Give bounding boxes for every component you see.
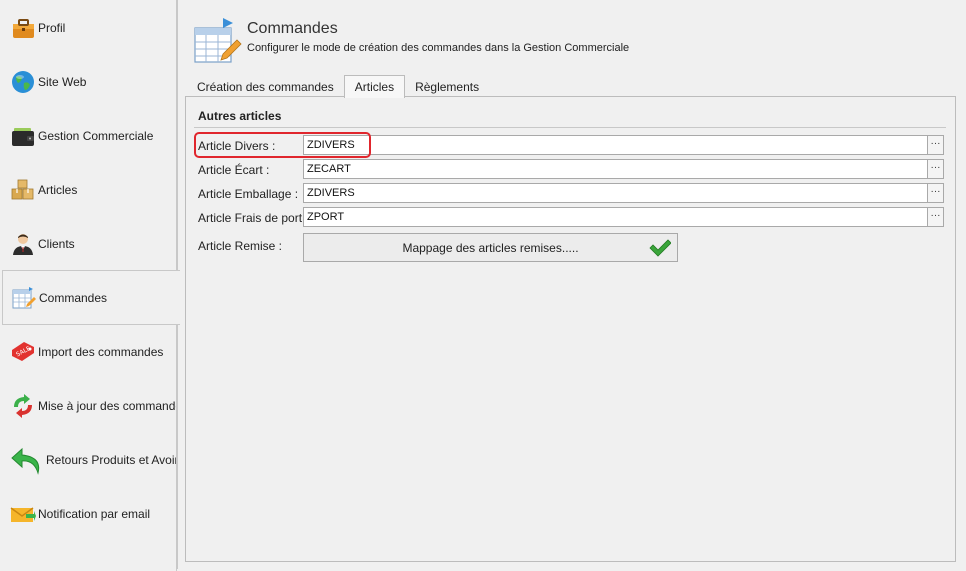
highlight-annotation (194, 132, 371, 158)
tab-panel-articles: Autres articles Article Divers : ZDIVERS… (185, 96, 956, 562)
tab-bar: Création des commandes Articles Règlemen… (187, 75, 489, 98)
checkmark-icon (649, 238, 672, 258)
sidebar-item-label: Notification par email (38, 507, 151, 521)
sale-tag-icon: SALE (10, 339, 36, 365)
sidebar-item-label: Clients (38, 237, 75, 251)
group-divider (194, 127, 946, 128)
sidebar-item-articles[interactable]: Articles (0, 163, 177, 217)
sidebar-item-label: Commandes (39, 290, 108, 305)
sidebar-item-label: Site Web (38, 75, 87, 89)
sidebar-item-notification[interactable]: Notification par email (0, 487, 177, 541)
article-emballage-browse-button[interactable]: ··· (927, 183, 944, 203)
article-frais-port-browse-button[interactable]: ··· (927, 207, 944, 227)
user-icon (10, 231, 36, 257)
sidebar-item-label: Retours Produits et Avoirs (46, 453, 185, 467)
article-remise-label: Article Remise : (198, 239, 283, 253)
globe-icon (10, 69, 36, 95)
article-divers-input[interactable]: ZDIVERS (303, 135, 928, 155)
sidebar-item-commandes[interactable]: Commandes (2, 270, 180, 325)
return-arrow-icon (10, 447, 44, 475)
sidebar-item-label: Gestion Commerciale (38, 129, 154, 143)
article-ecart-browse-button[interactable]: ··· (927, 159, 944, 179)
tab-creation-commandes[interactable]: Création des commandes (187, 76, 344, 97)
boxes-icon (10, 177, 36, 203)
article-frais-port-label: Article Frais de port : (198, 211, 309, 225)
email-icon (10, 501, 36, 527)
sidebar-item-profil[interactable]: Profil (0, 1, 177, 55)
order-sheet-icon (11, 285, 37, 311)
article-ecart-input[interactable]: ZECART (303, 159, 928, 179)
sidebar-item-label: Profil (38, 21, 66, 35)
mapping-remises-label: Mappage des articles remises..... (402, 240, 579, 255)
tab-articles[interactable]: Articles (343, 75, 406, 98)
sidebar-item-clients[interactable]: Clients (0, 217, 177, 271)
article-emballage-input[interactable]: ZDIVERS (303, 183, 928, 203)
sidebar-item-label: Articles (38, 183, 78, 197)
order-sheet-icon (193, 16, 243, 66)
article-frais-port-input[interactable]: ZPORT (303, 207, 928, 227)
sidebar-item-label: Import des commandes (38, 345, 164, 359)
sidebar-item-site-web[interactable]: Site Web (0, 55, 177, 109)
mapping-remises-button[interactable]: Mappage des articles remises..... (303, 233, 678, 262)
main-panel: Commandes Configurer le mode de création… (177, 0, 966, 571)
group-title: Autres articles (198, 109, 282, 123)
tab-reglements[interactable]: Règlements (405, 76, 489, 97)
sidebar-item-gestion-commerciale[interactable]: Gestion Commerciale (0, 109, 177, 163)
sidebar-item-import-commandes[interactable]: SALE Import des commandes (0, 325, 177, 379)
article-divers-browse-button[interactable]: ··· (927, 135, 944, 155)
sidebar: Profil Site Web Gestion Commerciale Arti… (0, 0, 188, 571)
page-subtitle: Configurer le mode de création des comma… (247, 42, 630, 54)
page-title: Commandes (247, 20, 338, 37)
refresh-arrows-icon (10, 393, 36, 419)
wallet-icon (10, 123, 36, 149)
sidebar-item-mise-a-jour[interactable]: Mise à jour des commandes (0, 379, 188, 433)
article-emballage-label: Article Emballage : (198, 187, 299, 201)
sidebar-item-retours[interactable]: Retours Produits et Avoirs (0, 433, 185, 487)
article-ecart-label: Article Écart : (198, 163, 270, 177)
briefcase-icon (10, 15, 36, 41)
sidebar-item-label: Mise à jour des commandes (38, 399, 189, 413)
